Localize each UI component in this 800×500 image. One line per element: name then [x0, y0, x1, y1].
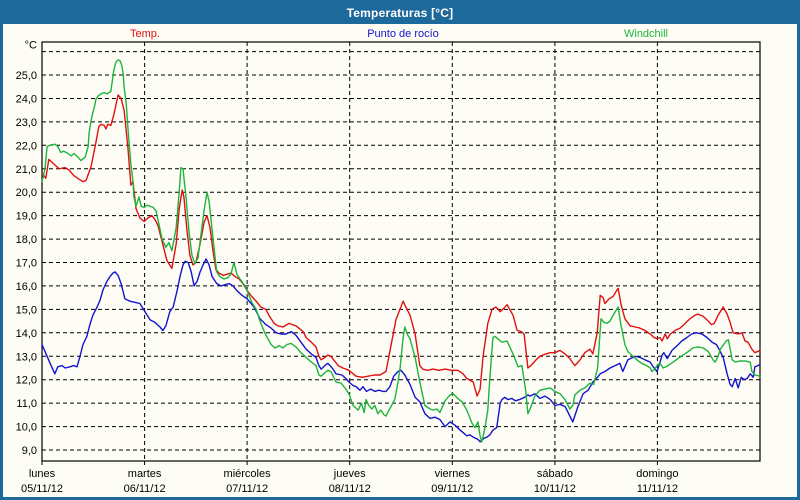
series-line-punto-de-roc-o — [42, 259, 760, 442]
y-tick-label: 17,0 — [16, 258, 37, 270]
y-tick-label: 16,0 — [16, 281, 37, 293]
x-day-date-label: 08/11/12 — [329, 483, 371, 495]
x-day-date-label: 06/11/12 — [124, 483, 166, 495]
x-day-name-label: sábado — [537, 468, 573, 480]
y-tick-label: 18,0 — [16, 234, 37, 246]
y-tick-label: 25,0 — [16, 70, 37, 82]
y-tick-label: 13,0 — [16, 351, 37, 363]
y-tick-label: 12,0 — [16, 375, 37, 387]
y-axis-unit-label: °C — [25, 40, 37, 52]
y-tick-label: 20,0 — [16, 187, 37, 199]
y-tick-label: 9,0 — [22, 445, 37, 457]
series-line-temp- — [42, 95, 760, 396]
y-tick-label: 14,0 — [16, 328, 37, 340]
app-window: Temperaturas [°C] Temp. Punto de rocío W… — [0, 0, 800, 500]
y-tick-label: 24,0 — [16, 94, 37, 106]
x-day-name-label: miércoles — [224, 468, 272, 480]
y-tick-label: 15,0 — [16, 304, 37, 316]
x-day-date-label: 11/11/12 — [637, 483, 678, 495]
x-day-name-label: jueves — [333, 468, 366, 480]
x-day-date-label: 10/11/12 — [534, 483, 576, 495]
y-tick-label: 21,0 — [16, 164, 37, 176]
y-tick-label: 23,0 — [16, 117, 37, 129]
x-day-date-label: 05/11/12 — [21, 483, 63, 495]
y-tick-label: 19,0 — [16, 211, 37, 223]
x-day-name-label: lunes — [29, 468, 56, 480]
series-line-windchill — [42, 60, 760, 442]
x-day-date-label: 09/11/12 — [431, 483, 473, 495]
x-day-name-label: viernes — [435, 468, 471, 480]
temperature-chart: °C 25,0 24,0 23,0 22,0 21,0 20,0 19,0 18,0 17,0 16… — [3, 3, 797, 497]
y-tick-label: 10,0 — [16, 422, 37, 434]
y-tick-label: 11,0 — [16, 398, 37, 410]
y-tick-label: 22,0 — [16, 140, 37, 152]
x-day-name-label: domingo — [636, 468, 678, 480]
x-day-name-label: martes — [128, 468, 162, 480]
x-day-date-label: 07/11/12 — [226, 483, 268, 495]
plot-border — [42, 42, 760, 461]
